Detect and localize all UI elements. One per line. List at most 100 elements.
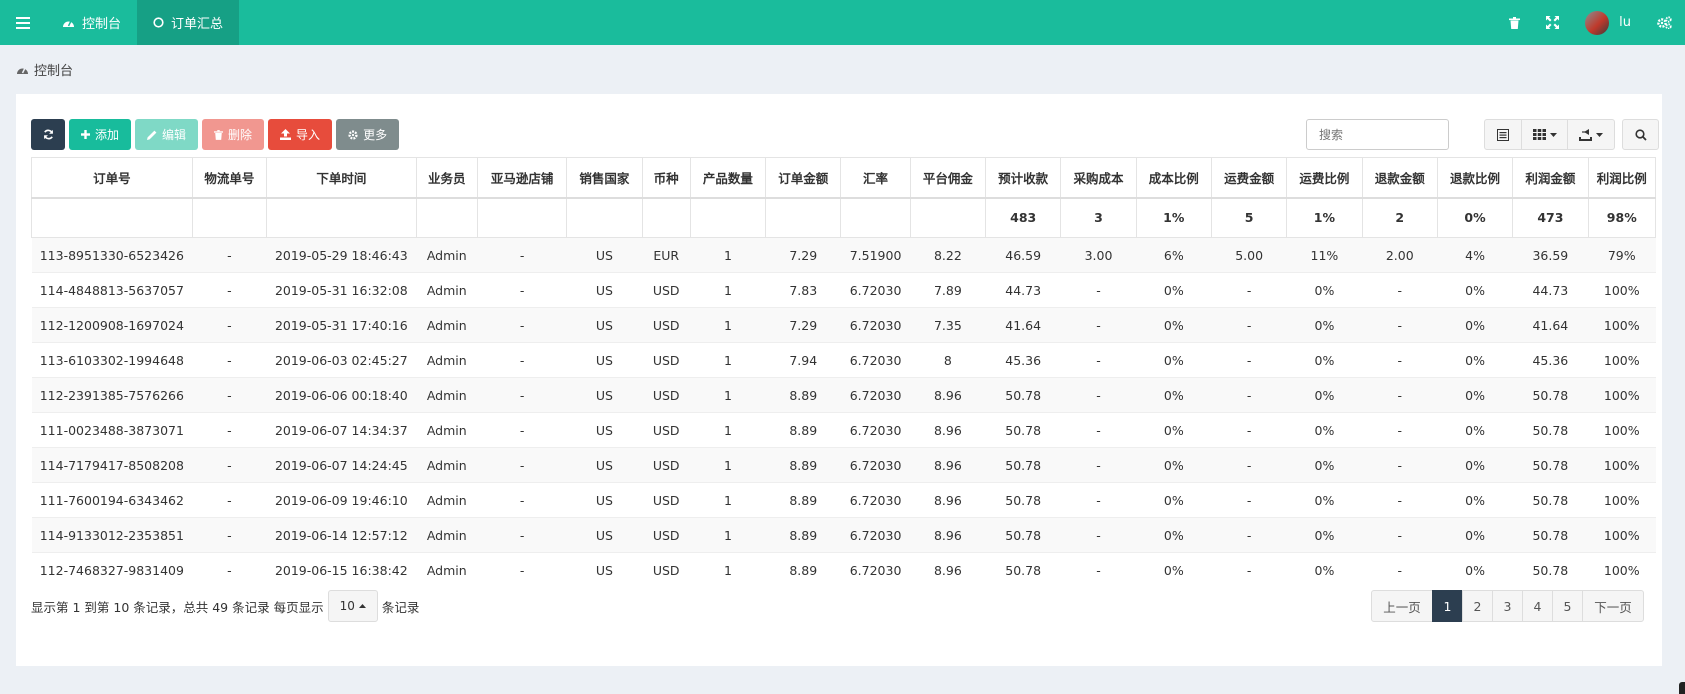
column-header[interactable]: 采购成本 <box>1060 157 1137 199</box>
toggle-view-button[interactable] <box>1484 119 1522 150</box>
table-cell: 8.89 <box>765 377 841 413</box>
table-cell: - <box>477 342 567 378</box>
add-button[interactable]: 添加 <box>69 119 132 150</box>
table-cell: - <box>192 307 267 343</box>
table-row[interactable]: 112-7468327-9831409-2019-06-15 16:38:42 A… <box>31 552 1656 588</box>
column-header[interactable]: 下单时间 <box>266 157 417 199</box>
column-header[interactable]: 销售国家 <box>566 157 643 199</box>
edit-button[interactable]: 编辑 <box>135 119 199 150</box>
table-cell: 7.83 <box>765 272 841 308</box>
column-header[interactable]: 汇率 <box>840 157 911 199</box>
column-header[interactable]: 成本比例 <box>1135 157 1212 199</box>
delete-button[interactable]: 删除 <box>202 119 265 150</box>
page-button[interactable]: 5 <box>1552 590 1583 622</box>
table-cell: 50.78 <box>1512 412 1589 448</box>
column-header[interactable]: 业务员 <box>415 157 478 199</box>
page-button[interactable]: 3 <box>1492 590 1523 622</box>
table-cell: 6.72030 <box>840 272 911 308</box>
table-cell: 50.78 <box>985 482 1061 518</box>
table-row[interactable]: 112-2391385-7576266-2019-06-06 00:18:40 A… <box>31 377 1656 413</box>
column-header[interactable]: 物流单号 <box>191 157 268 199</box>
table-cell: 112-7468327-9831409 <box>31 552 193 588</box>
table-row[interactable]: 114-4848813-5637057-2019-05-31 16:32:08 A… <box>31 272 1656 308</box>
table-cell: - <box>1060 342 1137 378</box>
tab-order-summary[interactable]: 订单汇总 <box>137 0 240 45</box>
column-header[interactable]: 利润金额 <box>1512 157 1589 199</box>
table-row[interactable]: 111-7600194-6343462-2019-06-09 19:46:10 A… <box>31 482 1656 518</box>
search-input[interactable] <box>1319 127 1436 142</box>
search-box[interactable] <box>1306 119 1449 150</box>
table-row[interactable]: 112-1200908-1697024-2019-05-31 17:40:16 A… <box>31 307 1656 343</box>
search-button[interactable] <box>1622 119 1659 150</box>
settings-button[interactable] <box>1644 0 1685 45</box>
table-cell: 8.96 <box>910 482 986 518</box>
column-header[interactable]: 亚马逊店铺 <box>476 157 568 199</box>
table-row[interactable]: 114-7179417-8508208-2019-06-07 14:24:45 A… <box>31 447 1656 483</box>
column-header[interactable]: 运费金额 <box>1210 157 1288 199</box>
table-cell: EUR <box>642 237 691 273</box>
columns-button[interactable] <box>1521 119 1568 150</box>
table-row[interactable]: 113-8951330-6523426-2019-05-29 18:46:43 A… <box>31 237 1656 273</box>
table-cell: 46.59 <box>985 237 1061 273</box>
table-cell: 8 <box>910 342 986 378</box>
table-cell: 114-9133012-2353851 <box>31 517 193 553</box>
table-cell: 6.72030 <box>840 552 911 588</box>
table-cell: - <box>192 272 267 308</box>
table-cell: Admin <box>416 412 478 448</box>
table-cell: 6.72030 <box>840 517 911 553</box>
page-button[interactable]: 4 <box>1522 590 1553 622</box>
summary-row: 483 3 1% 5 1% 2 0% 473 98% <box>31 197 1657 238</box>
table-cell: 0% <box>1437 517 1513 553</box>
tab-order-summary-label: 订单汇总 <box>171 17 224 32</box>
table-cell: 0% <box>1437 552 1513 588</box>
table-cell: 1 <box>690 517 766 553</box>
table-cell: 8.96 <box>910 412 986 448</box>
prev-page-button[interactable]: 上一页 <box>1371 590 1433 622</box>
import-button[interactable]: 导入 <box>268 119 333 150</box>
column-header[interactable]: 预计收款 <box>985 157 1062 199</box>
grid-icon <box>1532 129 1546 140</box>
table-row[interactable]: 113-6103302-1994648-2019-06-03 02:45:27 A… <box>31 342 1656 378</box>
table-cell: - <box>192 412 267 448</box>
page-button[interactable]: 1 <box>1432 590 1463 622</box>
table-cell: USD <box>642 412 691 448</box>
sidebar-toggle[interactable] <box>0 0 46 45</box>
clear-cache-button[interactable] <box>1496 0 1533 45</box>
table-cell: 8.89 <box>765 552 841 588</box>
column-header[interactable]: 运费比例 <box>1286 157 1363 199</box>
table-row[interactable]: 111-0023488-3873071-2019-06-07 14:34:37 A… <box>31 412 1656 448</box>
table-cell: 100% <box>1588 517 1656 553</box>
table-cell: - <box>1060 482 1137 518</box>
table-cell: 0% <box>1437 447 1513 483</box>
more-button[interactable]: 更多 <box>336 119 400 150</box>
column-header[interactable]: 订单号 <box>31 157 193 199</box>
user-menu[interactable]: lu <box>1572 0 1644 45</box>
column-header[interactable]: 平台佣金 <box>909 157 987 199</box>
summary-cell <box>566 197 643 238</box>
breadcrumb-label[interactable]: 控制台 <box>34 60 73 79</box>
table-cell: 8.96 <box>910 552 986 588</box>
fullscreen-button[interactable] <box>1533 0 1572 45</box>
tab-dashboard[interactable]: 控制台 <box>46 0 137 45</box>
table-cell: 50.78 <box>1512 447 1589 483</box>
table-cell: 0% <box>1136 412 1212 448</box>
table-cell: US <box>566 377 643 413</box>
export-button[interactable] <box>1567 119 1615 150</box>
table-cell: 7.35 <box>910 307 986 343</box>
table-cell: 6.72030 <box>840 447 911 483</box>
next-page-button[interactable]: 下一页 <box>1582 590 1644 622</box>
gear-icon <box>348 129 358 140</box>
table-cell: - <box>1211 377 1287 413</box>
page-size-dropdown[interactable]: 10 <box>327 590 378 622</box>
column-header[interactable]: 产品数量 <box>689 157 767 199</box>
column-header[interactable]: 订单金额 <box>765 157 842 199</box>
column-header[interactable]: 利润比例 <box>1587 157 1657 199</box>
table-cell: US <box>566 342 643 378</box>
table-row[interactable]: 114-9133012-2353851-2019-06-14 12:57:12 A… <box>31 517 1656 553</box>
column-header[interactable]: 币种 <box>641 157 691 199</box>
scrollbar-corner <box>1679 682 1685 694</box>
page-button[interactable]: 2 <box>1462 590 1493 622</box>
column-header[interactable]: 退款金额 <box>1361 157 1438 199</box>
column-header[interactable]: 退款比例 <box>1436 157 1514 199</box>
refresh-button[interactable] <box>31 119 65 150</box>
